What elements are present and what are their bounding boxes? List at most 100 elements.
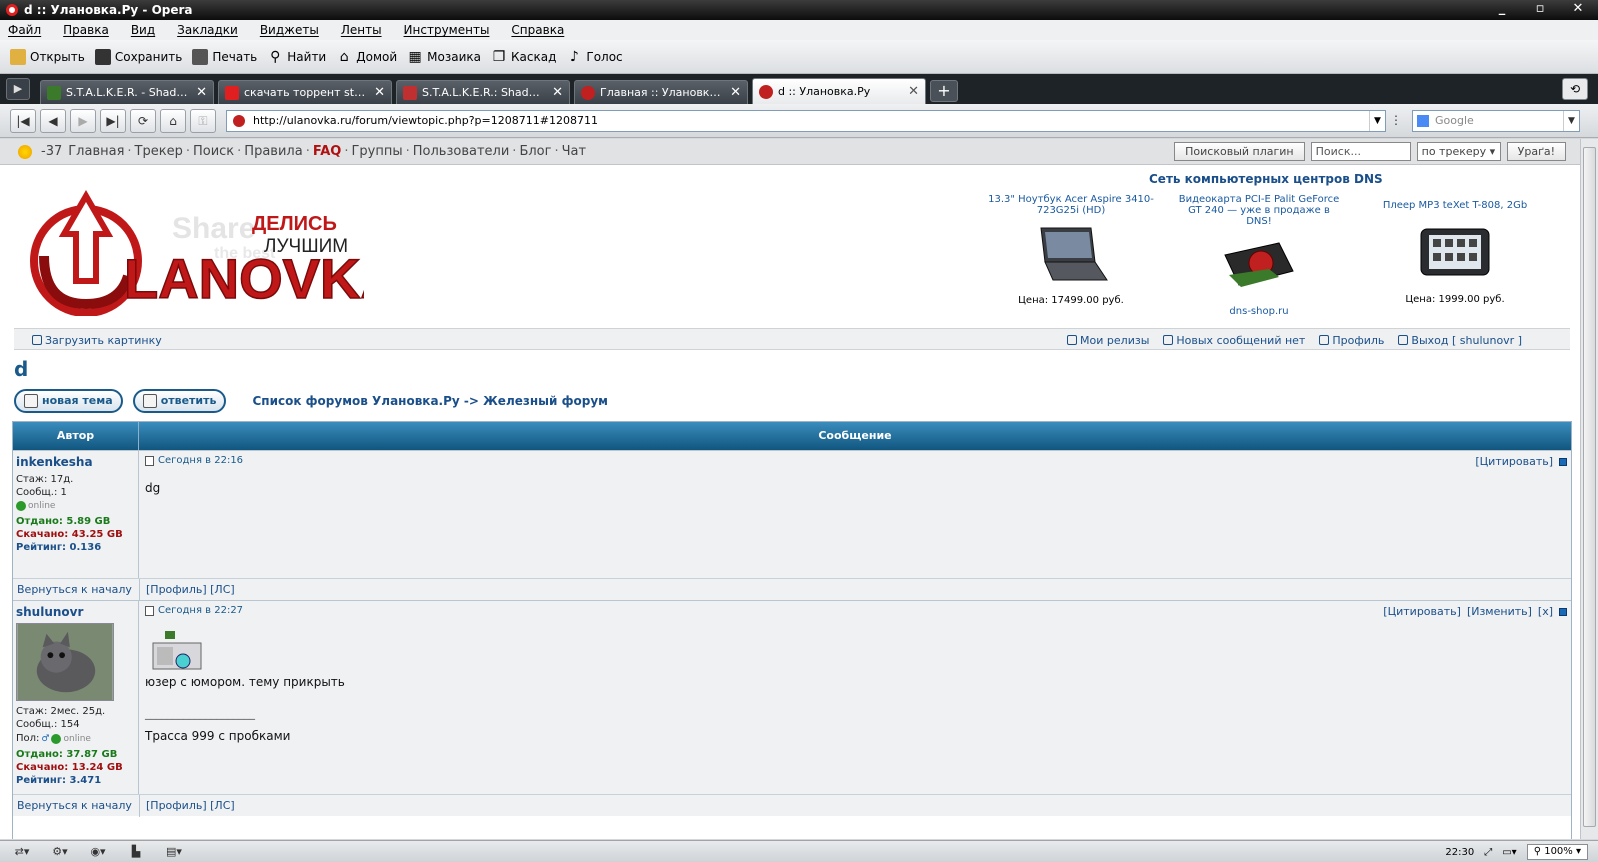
network-icon[interactable]: ◉▾	[86, 845, 110, 859]
nav-blog-link[interactable]: Блог	[519, 144, 551, 159]
menu-help[interactable]: Справка	[511, 23, 564, 37]
search-plugin-button[interactable]: Поисковый плагин	[1174, 142, 1305, 161]
ad-product-name[interactable]: Видеокарта PCI-E Palit GeForce GT 240 — …	[1174, 194, 1344, 227]
back-to-top-link[interactable]: Вернуться к началу	[17, 799, 139, 812]
tab-yandex[interactable]: скачать торрент stalke...✕	[218, 80, 392, 104]
dns-ad-title[interactable]: Сеть компьютерных центров DNS	[1149, 172, 1383, 186]
author-name[interactable]: inkenkesha	[16, 455, 135, 469]
ad-product-name[interactable]: 13.3" Ноутбук Acer Aspire 3410-723G25i (…	[986, 194, 1156, 216]
menu-file[interactable]: Файл	[8, 23, 41, 37]
tab-ulanovka-topic[interactable]: d :: Улановка.Ру ✕	[752, 78, 926, 104]
zoom-control[interactable]: ⚲ 100% ▾	[1526, 844, 1588, 860]
search-scope-select[interactable]: по трекеру ▾	[1416, 142, 1501, 161]
reload-button[interactable]: ⟳	[130, 108, 156, 133]
search-field[interactable]: Google ▼	[1412, 109, 1580, 132]
tab-stalker-2[interactable]: S.T.A.L.K.E.R.: Shadow o...✕	[396, 80, 570, 104]
nav-rules-link[interactable]: Правила	[244, 144, 302, 159]
new-messages-link[interactable]: Новых сообщений нет	[1163, 334, 1305, 347]
ulanovka-logo[interactable]: LANOVKA Share the best ДЕЛИСЬ ЛУЧШИМ	[24, 186, 364, 316]
panel-icon[interactable]: ▙	[124, 845, 148, 859]
dns-ad-player[interactable]: Плеер MP3 teXet T-808, 2Gb Цена: 1999.00…	[1370, 194, 1540, 305]
maximize-button[interactable]: ▫	[1528, 0, 1552, 18]
closed-tabs-button[interactable]: ⟲	[1562, 78, 1588, 100]
nav-users-link[interactable]: Пользователи	[413, 144, 510, 159]
site-search-input[interactable]: Поиск...	[1310, 142, 1411, 161]
menu-bookmarks[interactable]: Закладки	[177, 23, 238, 37]
ad-shop-link[interactable]: dns-shop.ru	[1174, 306, 1344, 317]
minimize-button[interactable]: _	[1490, 0, 1514, 18]
fullscreen-icon[interactable]: ⤢	[1484, 847, 1492, 858]
home-button[interactable]: ⌂ Домой	[336, 49, 397, 65]
turbo-icon[interactable]: ⇄▾	[10, 845, 34, 859]
nav-faq-link[interactable]: FAQ	[313, 144, 342, 159]
dns-ad-block[interactable]: Сеть компьютерных центров DNS 13.3" Ноут…	[988, 170, 1564, 320]
tab-stalker-1[interactable]: S.T.A.L.K.E.R. - Shadow ...✕	[40, 80, 214, 104]
nav-groups-link[interactable]: Группы	[351, 144, 402, 159]
tab-close-icon[interactable]: ✕	[374, 85, 385, 100]
dns-ad-laptop[interactable]: 13.3" Ноутбук Acer Aspire 3410-723G25i (…	[986, 194, 1156, 306]
vertical-scrollbar[interactable]	[1580, 139, 1598, 839]
tab-close-icon[interactable]: ✕	[552, 85, 563, 100]
topic-title[interactable]: d	[14, 357, 28, 381]
tile-button[interactable]: ▦ Мозаика	[407, 49, 481, 65]
find-button[interactable]: ⚲ Найти	[267, 49, 326, 65]
view-mode-icon[interactable]: ▭▾	[1502, 847, 1516, 858]
author-name[interactable]: shulunovr	[16, 605, 135, 619]
url-dropdown-icon[interactable]: ▼	[1369, 110, 1385, 131]
forward-button[interactable]: ▶	[70, 108, 96, 133]
wand-button[interactable]: ⚿	[190, 108, 216, 133]
nav-home-link[interactable]: Главная	[68, 144, 124, 159]
menu-widgets[interactable]: Виджеты	[260, 23, 319, 37]
nav-search-link[interactable]: Поиск	[193, 144, 234, 159]
dns-ad-gpu[interactable]: Видеокарта PCI-E Palit GeForce GT 240 — …	[1174, 194, 1344, 317]
nav-chat-link[interactable]: Чат	[562, 144, 586, 159]
menu-view[interactable]: Вид	[131, 23, 155, 37]
upload-image-link[interactable]: Загрузить картинку	[32, 334, 162, 347]
cascade-button[interactable]: ❐ Каскад	[491, 49, 557, 65]
notes-icon[interactable]: ▤▾	[162, 845, 186, 859]
rewind-button[interactable]: |◀	[10, 108, 36, 133]
new-tab-button[interactable]: +	[930, 80, 958, 102]
quote-link[interactable]: [Цитировать]	[1383, 605, 1461, 618]
menu-feeds[interactable]: Ленты	[341, 23, 382, 37]
reply-button[interactable]: ответить	[132, 389, 227, 413]
close-button[interactable]: ✕	[1566, 0, 1590, 18]
back-button[interactable]: ◀	[40, 108, 66, 133]
search-dropdown-icon[interactable]: ▼	[1563, 110, 1579, 131]
menu-tools[interactable]: Инструменты	[404, 23, 490, 37]
post-time[interactable]: Сегодня в 22:27	[145, 605, 243, 616]
fastforward-button[interactable]: ▶|	[100, 108, 126, 133]
panel-toggle-button[interactable]: ▶	[6, 78, 30, 100]
post-time[interactable]: Сегодня в 22:16	[145, 455, 243, 466]
profile-pm-links[interactable]: [Профиль] [ЛС]	[146, 799, 235, 812]
tab-ulanovka-home[interactable]: Главная :: Улановка.Ру ✕	[574, 80, 748, 104]
ad-product-name[interactable]: Плеер MP3 teXet T-808, 2Gb	[1370, 200, 1540, 211]
logout-link[interactable]: Выход [ shulunovr ]	[1398, 334, 1522, 347]
tab-close-icon[interactable]: ✕	[908, 84, 919, 99]
open-button[interactable]: Открыть	[10, 48, 85, 65]
voice-button[interactable]: ♪ Голос	[566, 49, 623, 65]
scrollbar-thumb[interactable]	[1583, 147, 1596, 827]
home-nav-button[interactable]: ⌂	[160, 108, 186, 133]
tab-close-icon[interactable]: ✕	[730, 85, 741, 100]
back-to-top-link[interactable]: Вернуться к началу	[17, 583, 139, 596]
profile-pm-links[interactable]: [Профиль] [ЛС]	[146, 583, 235, 596]
quote-link[interactable]: [Цитировать]	[1475, 455, 1553, 468]
edit-link[interactable]: [Изменить]	[1467, 605, 1532, 618]
url-field[interactable]: http://ulanovka.ru/forum/viewtopic.php?p…	[226, 109, 1386, 132]
select-post-icon[interactable]	[1559, 457, 1567, 466]
search-go-button[interactable]: Ураґа!	[1506, 142, 1566, 161]
nav-tracker-link[interactable]: Трекер	[135, 144, 183, 159]
new-topic-button[interactable]: новая тема	[14, 389, 123, 413]
url-dots-handle[interactable]: ⋮	[1390, 109, 1402, 133]
print-button[interactable]: Печать	[192, 48, 257, 65]
menu-edit[interactable]: Правка	[63, 23, 109, 37]
select-post-icon[interactable]	[1559, 607, 1567, 616]
tab-close-icon[interactable]: ✕	[196, 85, 207, 100]
delete-link[interactable]: [x]	[1538, 605, 1553, 618]
save-button[interactable]: Сохранить	[94, 48, 182, 65]
breadcrumb[interactable]: Список форумов Улановка.Ру -> Железный ф…	[252, 394, 607, 408]
profile-link[interactable]: Профиль	[1319, 334, 1384, 347]
my-releases-link[interactable]: Мои релизы	[1067, 334, 1149, 347]
unite-icon[interactable]: ⚙▾	[48, 845, 72, 859]
